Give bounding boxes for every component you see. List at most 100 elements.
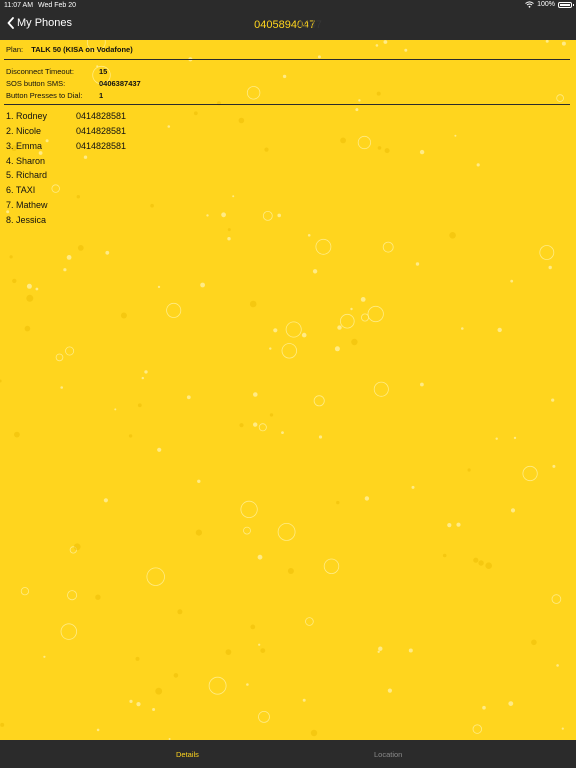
wifi-icon [525, 1, 534, 8]
bubble-decoration [384, 148, 390, 154]
setting-row-sos: SOS button SMS: 0406387437 [6, 79, 141, 88]
status-date: Wed Feb 20 [38, 2, 77, 9]
contact-index: 6. [6, 185, 14, 195]
status-bar: 11:07 AM Wed Feb 20 100% [0, 0, 576, 11]
bubble-decoration [404, 48, 408, 52]
bubble-decoration [495, 437, 498, 440]
bubble-decoration [551, 398, 555, 402]
bubble-decoration [269, 413, 274, 417]
bubble-decoration [60, 386, 63, 389]
bubble-decoration [375, 44, 379, 47]
contact-index: 8. [6, 215, 14, 225]
bubble-decoration [221, 212, 227, 218]
bubble-decoration [166, 302, 182, 318]
navigation-bar: My Phones 04058940474047 [0, 11, 576, 40]
bubble-decoration [246, 86, 261, 100]
bubble-decoration [65, 346, 75, 356]
bubble-decoration [548, 265, 552, 270]
bubble-decoration [14, 431, 20, 438]
bubble-decoration [317, 55, 321, 59]
bubble-decoration [239, 423, 244, 428]
bubble-decoration [24, 325, 31, 332]
bubble-decoration [377, 146, 382, 150]
bubble-decoration [357, 135, 371, 150]
bubble-decoration [305, 617, 314, 626]
contact-name: Emma [16, 141, 43, 151]
contact-index: 5. [6, 170, 14, 180]
plan-value: TALK 50 (KISA on Vodafone) [31, 45, 133, 54]
bubble-decoration [351, 338, 358, 346]
bubble-decoration [26, 294, 34, 302]
bubble-decoration [67, 590, 78, 601]
bubble-decoration [510, 279, 514, 283]
bubble-decoration [95, 594, 101, 600]
bubble-decoration [287, 568, 294, 574]
bubble-decoration [55, 353, 64, 362]
bubble-decoration [382, 241, 394, 253]
bubble-decoration [128, 434, 133, 438]
bubble-decoration [377, 650, 380, 653]
bubble-decoration [336, 500, 340, 505]
contact-item[interactable]: 8. Jessica [6, 215, 46, 225]
contact-item[interactable]: 7. Mathew [6, 200, 48, 210]
bubble-decoration [373, 381, 389, 397]
contact-index: 2. [6, 126, 14, 136]
bubble-decoration [227, 237, 231, 241]
contact-name: Jessica [16, 215, 47, 225]
setting-row-presses: Button Presses to Dial: 1 [6, 91, 103, 100]
plan-label: Plan: [6, 45, 24, 54]
contact-item[interactable]: 2. Nicole 0414828581 [6, 126, 126, 136]
bubble-decoration [485, 562, 493, 569]
bubble-decoration [323, 558, 340, 575]
tab-details[interactable]: Details [176, 750, 199, 759]
contact-item[interactable]: 4. Sharon [6, 156, 45, 166]
contact-number: 0414828581 [76, 111, 127, 121]
bubble-decoration [508, 701, 514, 706]
bubble-decoration [38, 151, 43, 155]
contact-item[interactable]: 3. Emma 0414828581 [6, 141, 126, 151]
bubble-decoration [12, 278, 17, 284]
bubble-decoration [96, 728, 100, 732]
bubble-decoration [83, 155, 88, 159]
setting-label: Button Presses to Dial: [6, 91, 83, 100]
bubble-decoration [26, 283, 32, 289]
contact-index: 1. [6, 111, 14, 121]
contact-item[interactable]: 6. TAXI [6, 185, 35, 195]
bubble-decoration [227, 228, 231, 232]
bubble-decoration [51, 184, 60, 193]
bubble-decoration [253, 422, 258, 427]
bubble-decoration [449, 232, 456, 239]
bubble-decoration [208, 676, 227, 695]
bubble-decoration [157, 285, 161, 289]
bubble-decoration [339, 313, 355, 329]
contact-index: 3. [6, 141, 14, 151]
bubble-decoration [561, 727, 564, 730]
bubble-decoration [420, 382, 424, 387]
tab-bar: Details Location [0, 740, 576, 768]
divider [4, 104, 570, 105]
tab-location[interactable]: Location [374, 750, 402, 759]
bubble-decoration [150, 203, 154, 208]
contact-item[interactable]: 5. Richard [6, 170, 47, 180]
bubble-decoration [522, 465, 538, 482]
bubble-decoration [35, 287, 39, 291]
bubble-decoration [545, 40, 549, 43]
bubble-decoration [281, 431, 284, 434]
bubble-decoration [240, 500, 258, 518]
bubble-decoration [456, 522, 461, 527]
bubble-decoration [193, 111, 198, 116]
bubble-decoration [273, 328, 278, 333]
contact-item[interactable]: 1. Rodney 0414828581 [6, 111, 126, 121]
bubble-decoration [282, 74, 287, 79]
bubble-decoration [539, 245, 555, 260]
bubble-decoration [269, 347, 272, 350]
bubble-decoration [419, 149, 425, 155]
bubble-decoration [200, 282, 206, 288]
bubble-decoration [556, 664, 559, 667]
bubble-decoration [225, 649, 232, 655]
bubble-decoration [167, 125, 171, 128]
bubble-decoration [301, 332, 307, 338]
bubble-decoration [144, 370, 148, 374]
contact-name: Rodney [16, 111, 48, 121]
bubble-decoration [337, 325, 342, 330]
